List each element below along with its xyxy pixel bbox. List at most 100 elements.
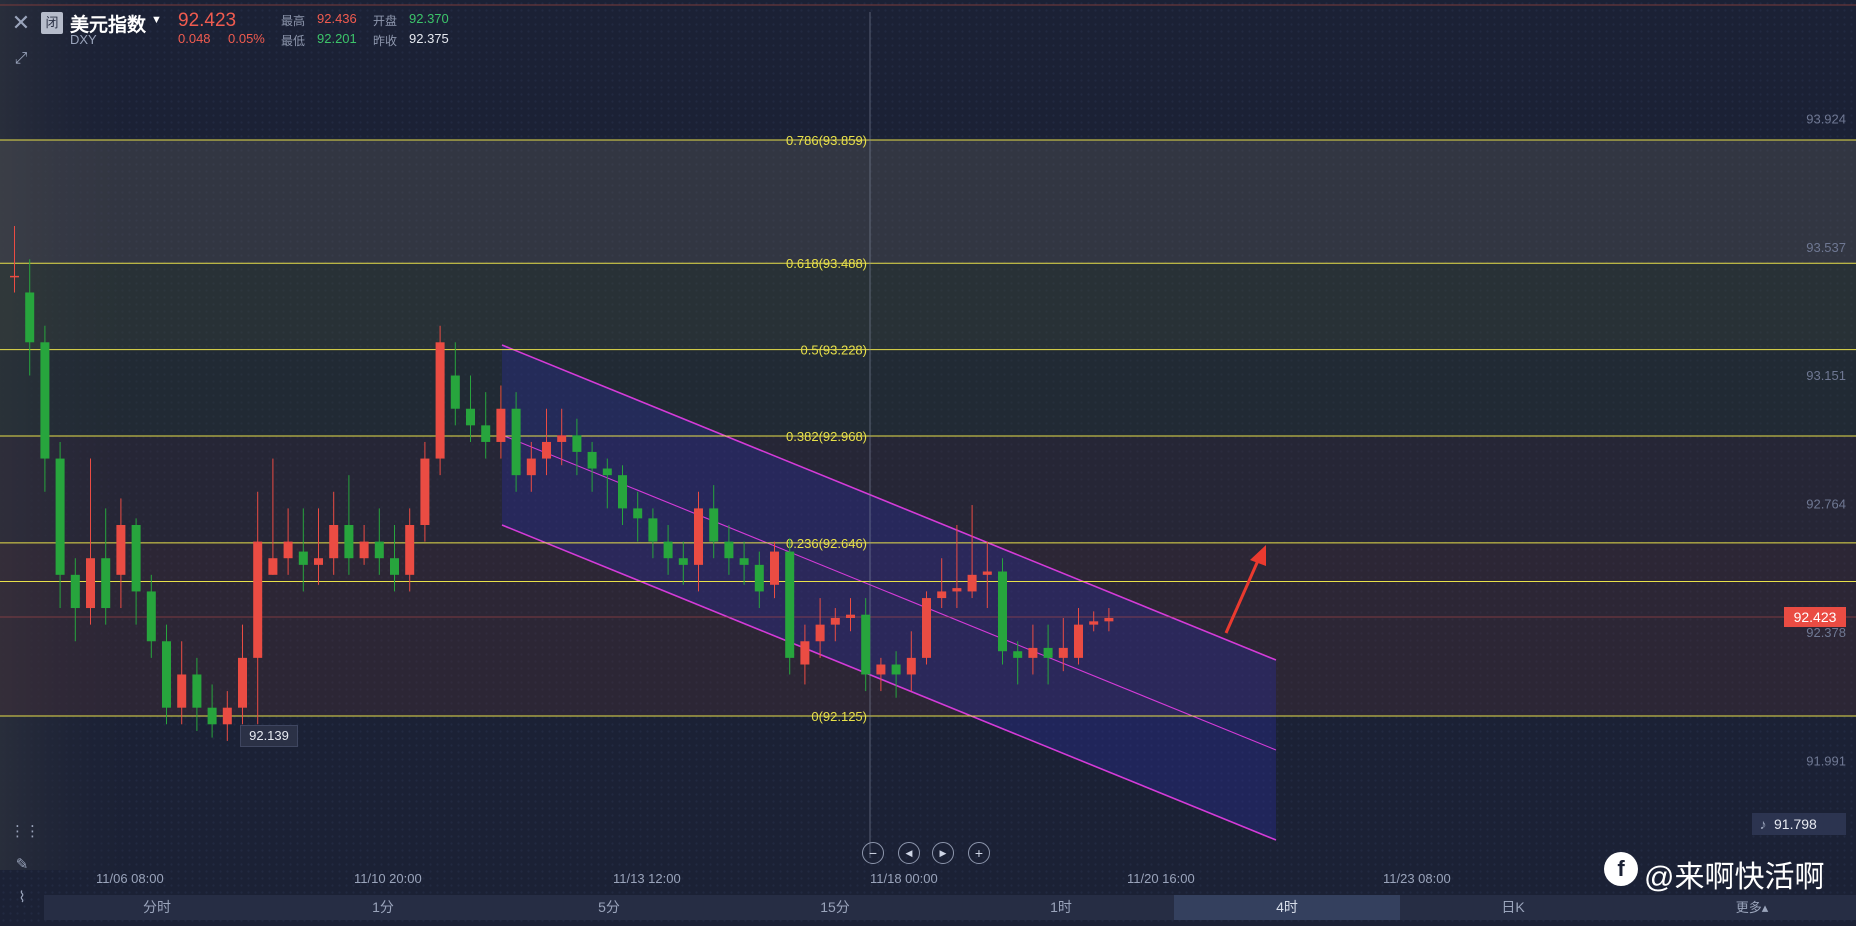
candle-up xyxy=(238,657,247,708)
price-axis-label: 93.924 xyxy=(1806,111,1846,126)
candle-up xyxy=(222,707,232,725)
candle-up xyxy=(922,598,931,658)
candle-down xyxy=(602,468,612,476)
high-label: 最高 xyxy=(281,14,306,28)
price-alert-value: 91.798 xyxy=(1774,816,1817,832)
chart-line-icon[interactable]: ⌇ xyxy=(10,886,34,910)
candle-down xyxy=(192,674,202,708)
candle-up xyxy=(1028,647,1038,658)
candle-down xyxy=(101,558,111,609)
candle-up xyxy=(10,275,19,278)
period-tab[interactable]: 15分 xyxy=(722,895,948,920)
candle-down xyxy=(481,425,491,442)
candle-up xyxy=(177,674,187,708)
candle-down xyxy=(146,591,156,642)
drawing-tool-icon[interactable]: ⤢ xyxy=(8,46,34,72)
candle-down xyxy=(70,574,80,609)
zoom-out-button[interactable]: − xyxy=(862,842,884,864)
bell-icon[interactable]: ♪ xyxy=(1752,813,1774,835)
candle-up xyxy=(876,664,886,675)
candle-up xyxy=(800,641,810,665)
period-tab[interactable]: 1分 xyxy=(270,895,496,920)
period-tab[interactable]: 1时 xyxy=(948,895,1174,920)
market-closed-badge: 闭 xyxy=(41,12,63,34)
time-label: 11/23 08:00 xyxy=(1383,871,1451,886)
chart-app: 0.786(93.859) 0.618(93.488) 0.5(93.228) 0.3… xyxy=(0,0,1856,926)
weibo-logo-icon: f xyxy=(1604,852,1638,886)
low-label: 最低 xyxy=(281,34,306,48)
candle-down xyxy=(466,408,475,426)
candle-down xyxy=(374,541,384,559)
candle-down xyxy=(754,564,764,592)
candle-down xyxy=(25,292,35,343)
candle-down xyxy=(785,551,795,658)
candle-up xyxy=(906,657,916,675)
prev-close-label: 昨收 xyxy=(373,34,398,48)
fib-label: 0(92.125) xyxy=(811,709,867,724)
candle-up xyxy=(1089,621,1099,625)
price-alert[interactable]: ♪ 91.798 xyxy=(1752,813,1846,835)
price-axis-label: 92.764 xyxy=(1806,497,1846,512)
fib-label: 0.618(93.488) xyxy=(786,256,867,271)
candle-down xyxy=(40,342,50,459)
last-price: 92.423 xyxy=(178,10,237,31)
candle-down xyxy=(55,458,65,575)
candle-down xyxy=(1043,647,1053,658)
candle-up xyxy=(770,551,779,585)
candle-down xyxy=(663,541,673,559)
time-label: 11/20 16:00 xyxy=(1127,871,1195,886)
fib-zone xyxy=(0,263,1856,350)
candle-up xyxy=(694,508,703,565)
candle-up xyxy=(846,614,855,619)
candle-up xyxy=(405,524,415,575)
candle-down xyxy=(998,571,1007,652)
price-axis-label: 93.151 xyxy=(1806,368,1846,383)
candle-down xyxy=(739,558,749,565)
candle-up xyxy=(86,558,95,609)
candle-up xyxy=(116,524,126,575)
fib-zone xyxy=(0,349,1856,436)
candle-down xyxy=(709,508,719,542)
price-change: 0.048 xyxy=(178,31,211,46)
candle-down xyxy=(298,551,308,565)
candle-up xyxy=(952,588,962,592)
instrument-dropdown-icon[interactable]: ▼ xyxy=(151,14,162,26)
more-periods-button[interactable]: 更多▴ xyxy=(1722,895,1782,920)
candle-up xyxy=(420,458,430,525)
period-tab[interactable]: 分时 xyxy=(44,895,270,920)
candle-up xyxy=(937,591,947,599)
candle-up xyxy=(815,624,825,642)
close-icon[interactable]: ✕ xyxy=(8,10,34,36)
candle-up xyxy=(359,541,369,559)
indicator-icon[interactable]: ⋮⋮ xyxy=(10,820,40,844)
candle-down xyxy=(207,707,217,725)
candle-up xyxy=(542,441,551,459)
candle-down xyxy=(131,524,141,592)
price-chart[interactable]: 0.786(93.859) 0.618(93.488) 0.5(93.228) 0.3… xyxy=(0,0,1856,926)
candle-down xyxy=(724,541,734,559)
open-label: 开盘 xyxy=(373,14,398,28)
candle-down xyxy=(891,664,901,675)
candle-up xyxy=(1104,618,1114,622)
fib-zone xyxy=(0,140,1856,264)
candle-down xyxy=(587,451,597,469)
candle-up xyxy=(253,541,263,658)
candle-up xyxy=(967,574,977,592)
period-tab[interactable]: 日K xyxy=(1400,895,1626,920)
step-forward-button[interactable]: ▶ xyxy=(932,842,954,864)
time-label: 11/10 20:00 xyxy=(354,871,422,886)
pencil-icon[interactable]: ✎ xyxy=(10,853,34,877)
price-axis-label: 92.378 xyxy=(1806,625,1846,640)
candle-up xyxy=(1058,647,1068,658)
open-value: 92.370 xyxy=(409,11,449,26)
step-back-button[interactable]: ◀ xyxy=(898,842,920,864)
candle-down xyxy=(344,524,354,559)
current-price-badge: 92.423 xyxy=(1784,607,1846,627)
candle-down xyxy=(648,518,658,542)
period-tab-active[interactable]: 4时 xyxy=(1174,895,1400,920)
period-tab[interactable]: 5分 xyxy=(496,895,722,920)
candle-down xyxy=(162,641,171,708)
time-label: 11/13 12:00 xyxy=(613,871,681,886)
zoom-in-button[interactable]: + xyxy=(968,842,990,864)
fib-label: 0.5(93.228) xyxy=(801,343,868,358)
